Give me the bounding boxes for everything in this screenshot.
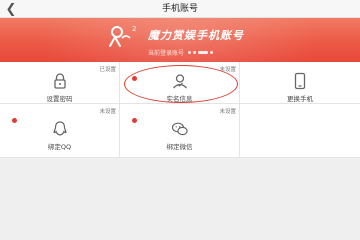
top-bar: ❮ 手机账号 [0,0,360,18]
tile-bind-qq[interactable]: 未设置 绑定QQ [0,104,120,158]
tile-status: 未设置 [219,109,236,115]
phone-icon [294,72,306,90]
tile-label: 实名信息 [166,95,193,103]
svg-text:2: 2 [132,25,136,33]
tile-status: 未设置 [219,67,236,73]
wechat-icon [171,122,188,136]
tile-bind-wechat[interactable]: 未设置 绑定微信 [120,104,240,158]
account-banner: 2 魔力赏娱手机账号 当前登录账号 [0,18,360,62]
tile-change-phone[interactable]: 更换手机 [240,62,360,104]
empty-tile [240,104,360,158]
unset-red-dot [12,118,17,123]
qq-icon [52,121,67,136]
brand-text: 魔力赏娱手机账号 [148,29,244,42]
page-title: 手机账号 [161,4,198,14]
current-account-row: 当前登录账号 [148,48,214,57]
lock-icon [53,73,66,89]
tile-set-password[interactable]: 已设置 设置密码 [0,62,120,104]
tile-status: 未设置 [99,109,116,115]
account-settings-grid: 已设置 设置密码 未设置 实名信息 更换手机 未设置 绑定QQ 未设置 绑定微信 [0,62,360,158]
unset-red-dot [132,76,137,81]
tile-label: 绑定微信 [166,143,193,151]
tile-status: 已设置 [99,67,116,73]
user-icon [172,74,187,89]
tile-label: 更换手机 [287,95,313,103]
brand-logo-icon: 2 [109,25,136,47]
tile-label: 绑定QQ [47,143,72,151]
tile-real-name-info[interactable]: 未设置 实名信息 [120,62,240,104]
account-masked-indicator [188,51,214,54]
tile-label: 设置密码 [46,95,73,103]
unset-red-dot [132,118,137,123]
current-account-label: 当前登录账号 [148,50,185,57]
